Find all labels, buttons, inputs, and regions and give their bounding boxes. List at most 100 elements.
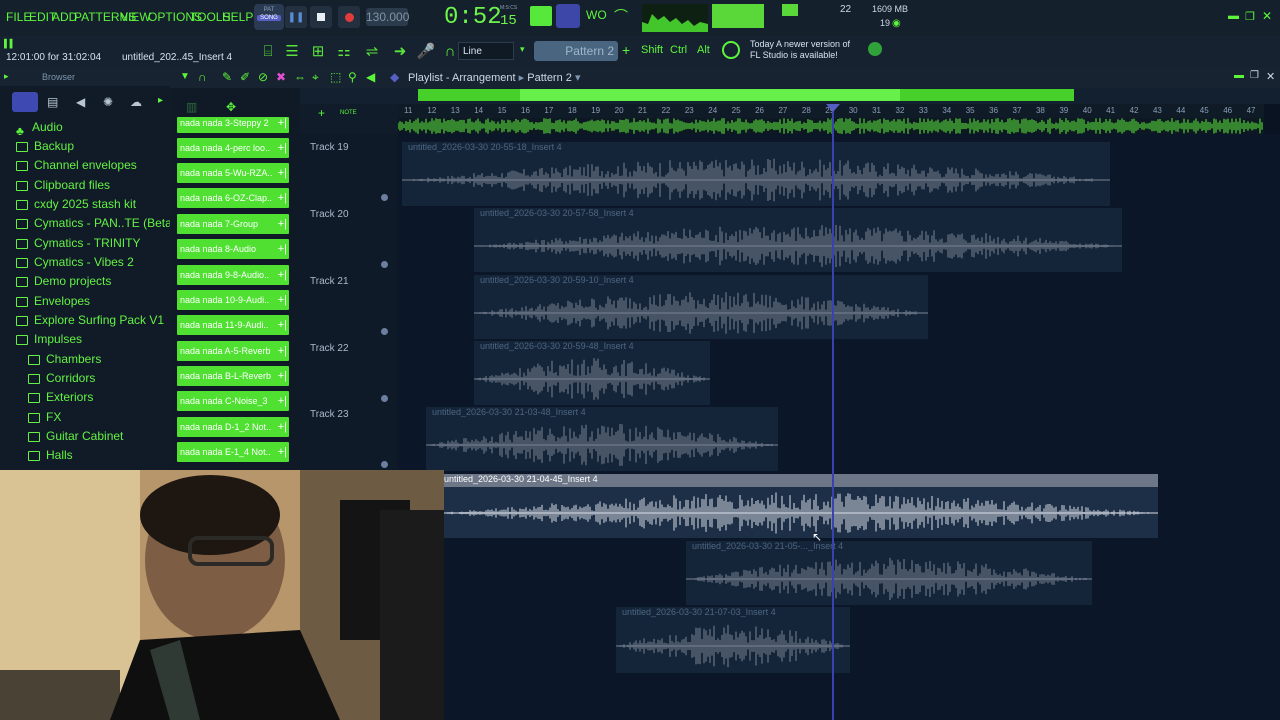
play-button[interactable]: ❚❚ <box>285 6 307 28</box>
microphone-icon[interactable]: 🎤 <box>416 42 436 62</box>
add-pattern-button[interactable]: + <box>622 42 630 58</box>
playhead-marker-icon[interactable] <box>826 104 840 112</box>
browser-item-demo-projects[interactable]: Demo projects <box>16 274 111 288</box>
audio-clip[interactable]: untitled_2026-03-30 20-57-58_Insert 4 <box>474 208 1122 272</box>
channel-item[interactable]: nada nada 11-9-Audi.. +| <box>177 315 289 335</box>
add-icon[interactable]: +| <box>278 265 287 285</box>
file-icon[interactable]: ▤ <box>47 95 58 109</box>
track-label[interactable]: Track 22 <box>310 343 349 354</box>
playlist-icon[interactable]: ⌸ <box>258 42 278 62</box>
step-edit-button[interactable] <box>556 4 580 28</box>
close-icon[interactable]: ✕ <box>1262 9 1272 23</box>
slice-tool-icon[interactable]: ⌖ <box>312 70 319 85</box>
add-icon[interactable]: +| <box>278 315 287 335</box>
browser-all-tab[interactable] <box>12 92 38 112</box>
typing-keyboard-button[interactable] <box>530 6 552 26</box>
menu-view[interactable]: VIEW <box>120 10 151 24</box>
channel-move-icon[interactable]: ✥ <box>226 100 236 114</box>
audio-clip[interactable]: untitled_2026-03-30 21-03-48_Insert 4 <box>426 407 778 471</box>
add-track-icon[interactable]: + <box>318 106 325 120</box>
channel-item[interactable]: nada nada 9-8-Audio.. +| <box>177 265 289 285</box>
arrow-icon[interactable]: ▸ <box>4 71 9 82</box>
cloud-icon[interactable]: ☁ <box>130 95 142 109</box>
add-icon[interactable]: +| <box>278 163 287 183</box>
plugin-picker-icon[interactable]: ⇌ <box>362 42 382 62</box>
add-icon[interactable]: +| <box>278 391 287 411</box>
track-mute-dot[interactable] <box>381 328 388 335</box>
track-mute-dot[interactable] <box>381 395 388 402</box>
audio-clip[interactable]: untitled_2026-03-30 20-59-48_Insert 4 <box>474 341 710 405</box>
speaker-icon[interactable]: ◀ <box>76 95 85 109</box>
browser-item-cxdy[interactable]: cxdy 2025 stash kit <box>16 197 136 211</box>
globe-icon[interactable] <box>868 42 882 56</box>
arrow-right-icon[interactable]: ➜ <box>390 42 410 62</box>
maximize-icon[interactable]: ❐ <box>1250 70 1259 81</box>
channel-rack-icon[interactable]: ☰ <box>282 42 302 62</box>
alt-key[interactable]: Alt <box>697 44 710 56</box>
add-icon[interactable]: +| <box>278 341 287 361</box>
close-icon[interactable]: ✕ <box>1266 70 1275 83</box>
audio-clip[interactable]: untitled_2026-03-30 20-59-10_Insert 4 <box>474 275 928 339</box>
track-mute-dot[interactable] <box>381 194 388 201</box>
stop-button[interactable] <box>310 6 332 28</box>
playback-tool-icon[interactable]: ◀ <box>366 70 375 84</box>
browser-item-impulses[interactable]: Impulses <box>16 332 82 346</box>
chevron-down-icon[interactable]: ▾ <box>520 44 525 55</box>
add-icon[interactable]: +| <box>278 366 287 386</box>
playhead[interactable] <box>832 104 834 720</box>
restore-icon[interactable]: ❐ <box>1245 10 1255 23</box>
browser-item-cymatics-vibes[interactable]: Cymatics - Vibes 2 <box>16 255 134 269</box>
add-icon[interactable]: +| <box>278 138 287 158</box>
channel-item[interactable]: nada nada 6-OZ-Clap.. +| <box>177 188 289 208</box>
browser-item-halls[interactable]: Halls <box>28 448 73 462</box>
channel-item[interactable]: nada nada 7-Group +| <box>177 214 289 234</box>
audio-clip-selected[interactable]: untitled_2026-03-30 21-04-45_Insert 4 <box>438 474 1158 538</box>
browser-item-fx[interactable]: FX <box>28 410 61 424</box>
menu-help[interactable]: HELP <box>222 10 253 24</box>
piano-roll-icon[interactable]: ⊞ <box>308 42 328 62</box>
pat-song-toggle[interactable]: PAT SONG <box>254 4 284 30</box>
browser-item-chambers[interactable]: Chambers <box>28 352 101 366</box>
channel-item[interactable]: nada nada 5-Wu-RZA.. +| <box>177 163 289 183</box>
audio-clip[interactable]: untitled_2026-03-30 21-05-..._Insert 4 <box>686 541 1092 605</box>
track-mute-dot[interactable] <box>381 261 388 268</box>
plugin-icon[interactable]: ✺ <box>103 95 113 109</box>
browser-item-backup[interactable]: Backup <box>16 139 74 153</box>
add-icon[interactable]: +| <box>278 188 287 208</box>
channel-filter-icon[interactable]: ▥ <box>186 100 197 114</box>
playlist-pattern[interactable]: Pattern 2 <box>527 72 572 84</box>
browser-item-channel-envelopes[interactable]: Channel envelopes <box>16 158 137 172</box>
draw-tool-icon[interactable]: ✎ <box>222 70 232 84</box>
news-panel[interactable]: Today A newer version of FL Studio is av… <box>750 39 850 61</box>
browser-item-explore-surfing[interactable]: Explore Surfing Pack V1 <box>16 313 164 327</box>
minimize-icon[interactable]: ▬ <box>1234 70 1244 81</box>
track-label[interactable]: Track 20 <box>310 209 349 220</box>
mute-tool-icon[interactable]: ✖ <box>276 70 286 84</box>
channel-item[interactable]: nada nada 4-perc loo.. +| <box>177 138 289 158</box>
playlist-arrow-icon[interactable]: ◆ <box>390 70 399 84</box>
browser-item-clipboard-files[interactable]: Clipboard files <box>16 178 110 192</box>
track-label[interactable]: Track 23 <box>310 409 349 420</box>
add-icon[interactable]: +| <box>278 239 287 259</box>
snap-select[interactable]: Line <box>458 42 514 60</box>
playlist-grid[interactable]: untitled_2026-03-30 20-55-18_Insert 4 un… <box>398 134 1280 720</box>
channel-item[interactable]: nada nada A-5-Reverb +| <box>177 341 289 361</box>
add-icon[interactable]: +| <box>278 290 287 310</box>
audio-clip[interactable]: untitled_2026-03-30 21-07-03_Insert 4 <box>616 607 850 673</box>
slip-tool-icon[interactable]: ⇔ <box>294 70 306 84</box>
channel-item[interactable]: nada nada C-Noise_3 +| <box>177 391 289 411</box>
paint-tool-icon[interactable]: ✐ <box>240 70 250 84</box>
magnet-icon[interactable]: ∩ <box>198 70 207 84</box>
news-icon[interactable] <box>722 41 740 59</box>
channel-item[interactable]: nada nada E-1_4 Not.. +| <box>177 442 289 462</box>
magnet-icon[interactable]: ∩ <box>440 42 460 62</box>
playlist-menu-icon[interactable]: ▼ <box>180 71 190 82</box>
wait-icon[interactable]: WO <box>586 8 607 22</box>
channel-item[interactable]: nada nada B-L-Reverb +| <box>177 366 289 386</box>
channel-item[interactable]: nada nada 8-Audio +| <box>177 239 289 259</box>
visible-range-strip[interactable] <box>520 89 900 101</box>
add-icon[interactable]: +| <box>278 117 287 129</box>
delete-tool-icon[interactable]: ⊘ <box>258 70 268 84</box>
add-icon[interactable]: +| <box>278 417 287 437</box>
browser-item-corridors[interactable]: Corridors <box>28 371 95 385</box>
